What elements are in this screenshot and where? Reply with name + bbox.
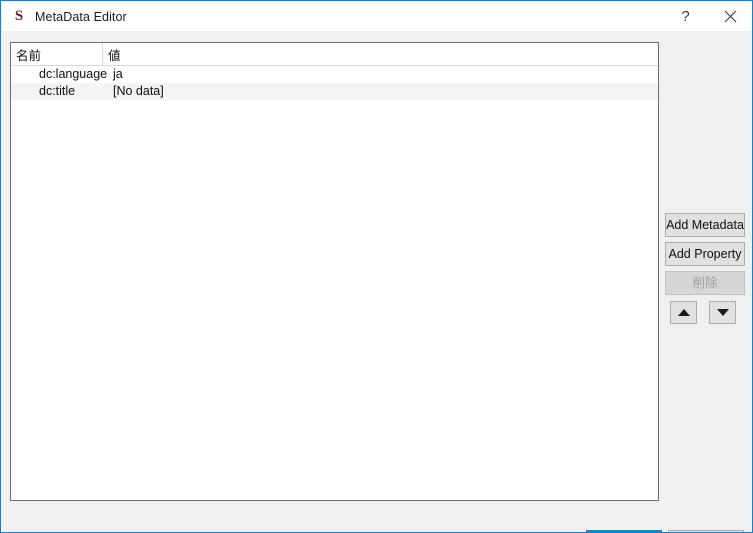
window-title: MetaData Editor bbox=[35, 9, 127, 24]
cell-name: dc:language bbox=[39, 67, 108, 81]
close-icon[interactable] bbox=[708, 2, 752, 31]
metadata-table[interactable]: 名前 値 dc:language ja dc:title [No data] bbox=[10, 42, 659, 501]
column-header-value[interactable]: 値 bbox=[103, 43, 658, 65]
cell-value: ja bbox=[113, 67, 123, 81]
cell-name: dc:title bbox=[39, 84, 76, 98]
help-icon[interactable]: ? bbox=[663, 2, 708, 31]
cell-value: [No data] bbox=[113, 84, 164, 98]
move-down-button[interactable] bbox=[709, 301, 736, 324]
dialog-client-area: 名前 値 dc:language ja dc:title [No data] A… bbox=[2, 31, 752, 532]
title-bar: S MetaData Editor ? bbox=[2, 2, 752, 31]
table-row[interactable]: dc:title [No data] bbox=[11, 83, 658, 100]
metadata-editor-window: S MetaData Editor ? 名前 値 dc:language ja bbox=[0, 0, 753, 533]
dialog-footer: OK Cancel bbox=[2, 499, 752, 532]
app-s-icon: S bbox=[14, 8, 24, 24]
triangle-up-icon bbox=[677, 309, 690, 316]
triangle-down-icon bbox=[716, 309, 729, 316]
side-button-panel: Add Metadata Add Property 削除 bbox=[665, 213, 745, 324]
column-header-name[interactable]: 名前 bbox=[11, 43, 103, 65]
reorder-buttons bbox=[665, 301, 745, 324]
table-header-row: 名前 値 bbox=[11, 43, 658, 66]
add-metadata-button[interactable]: Add Metadata bbox=[665, 213, 745, 237]
table-row[interactable]: dc:language ja bbox=[11, 66, 658, 83]
table-body: dc:language ja dc:title [No data] bbox=[11, 66, 658, 100]
add-property-button[interactable]: Add Property bbox=[665, 242, 745, 266]
delete-button: 削除 bbox=[665, 271, 745, 295]
move-up-button[interactable] bbox=[670, 301, 697, 324]
